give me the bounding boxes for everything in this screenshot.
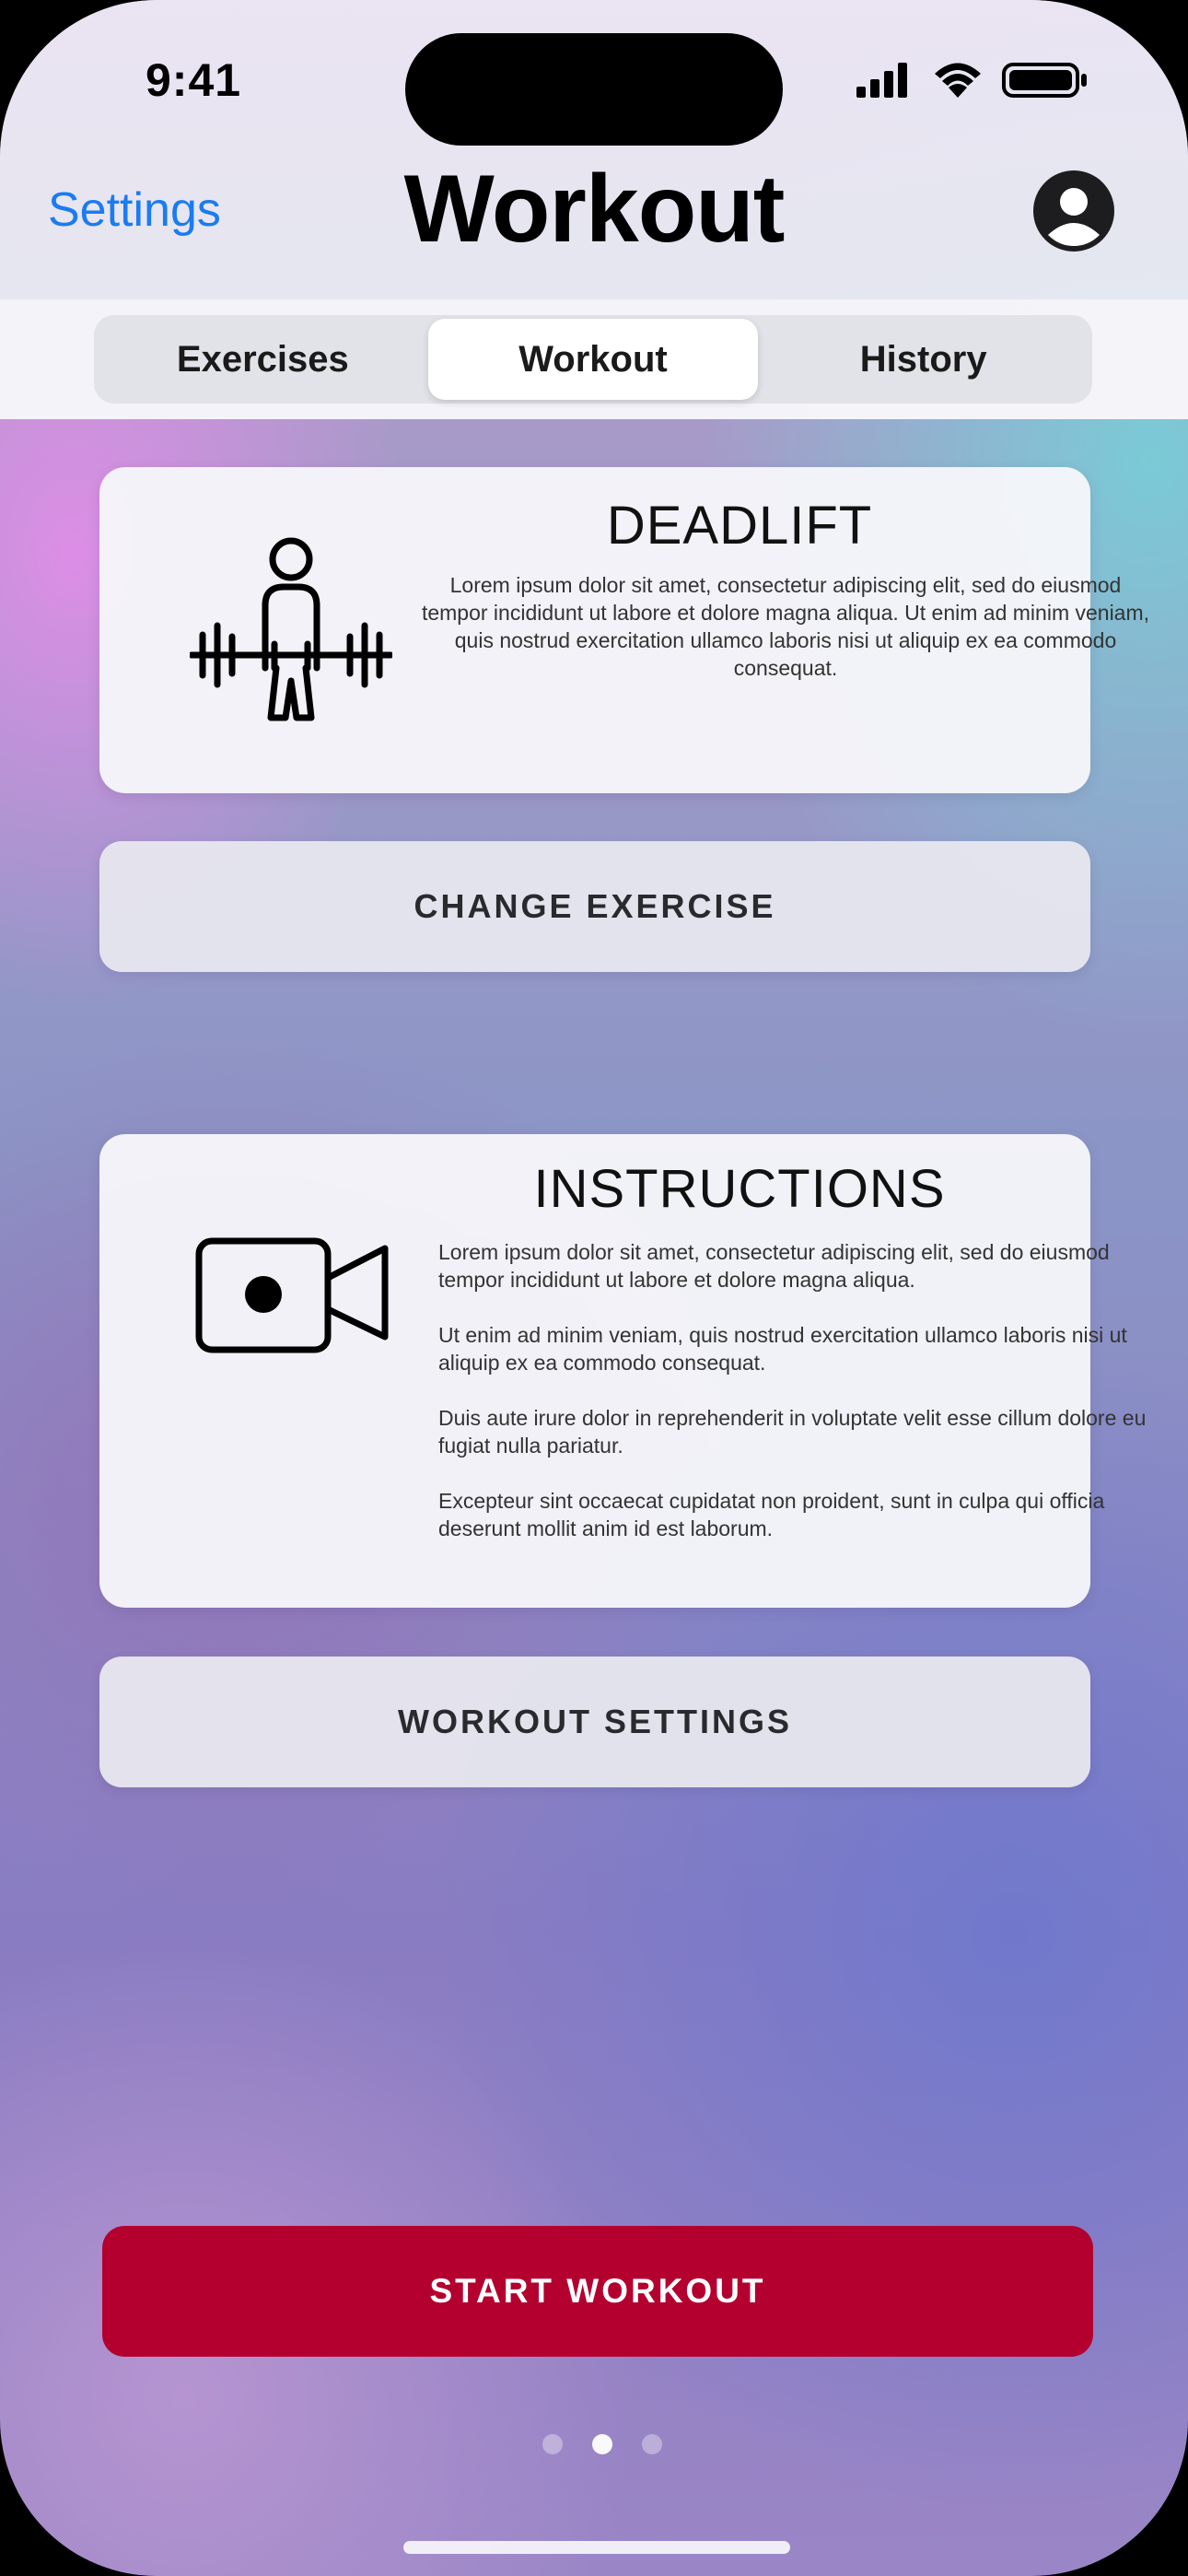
battery-icon — [1002, 63, 1087, 98]
workout-settings-button[interactable]: WORKOUT SETTINGS — [99, 1657, 1090, 1787]
dynamic-island — [405, 33, 783, 146]
exercise-description: Lorem ipsum dolor sit amet, consectetur … — [421, 573, 1150, 680]
phone-screen: 9:41 Settings Workout Exercises Workout … — [0, 0, 1188, 2576]
tab-workout[interactable]: Workout — [427, 319, 759, 400]
exercise-title: DEADLIFT — [606, 496, 873, 556]
page-indicator — [539, 2432, 668, 2456]
tab-exercises[interactable]: Exercises — [98, 319, 428, 400]
page-title: Workout — [403, 156, 786, 263]
cellular-signal-icon — [856, 63, 907, 98]
tab-history[interactable]: History — [758, 319, 1089, 400]
change-exercise-button[interactable]: CHANGE EXERCISE — [99, 841, 1090, 972]
instructions-title: INSTRUCTIONS — [533, 1159, 946, 1219]
instructions-text: Lorem ipsum dolor sit amet, consectetur … — [438, 1238, 1157, 1570]
segmented-control: Exercises Workout History — [94, 315, 1092, 404]
wifi-icon — [935, 63, 981, 98]
deadlift-icon — [190, 537, 392, 721]
home-indicator[interactable] — [403, 2541, 790, 2554]
video-camera-icon — [195, 1237, 389, 1353]
instructions-paragraph: Lorem ipsum dolor sit amet, consectetur … — [438, 1240, 1110, 1292]
exercise-card: DEADLIFT Lorem ipsum dolor sit amet, con… — [99, 467, 1149, 793]
status-icons — [856, 63, 1087, 98]
page-dot-3[interactable] — [642, 2434, 662, 2454]
instructions-card[interactable]: INSTRUCTIONS Lorem ipsum dolor sit amet,… — [99, 1134, 1146, 1608]
page-dot-1[interactable] — [542, 2434, 563, 2454]
instructions-paragraph: Ut enim ad minim veniam, quis nostrud ex… — [438, 1323, 1127, 1375]
instructions-paragraph: Duis aute irure dolor in reprehenderit i… — [438, 1406, 1147, 1458]
page-dot-2[interactable] — [592, 2434, 612, 2454]
person-circle-icon[interactable] — [1031, 169, 1116, 253]
start-workout-button[interactable]: START WORKOUT — [102, 2226, 1093, 2357]
instructions-paragraph: Excepteur sint occaecat cupidatat non pr… — [438, 1489, 1105, 1540]
status-time: 9:41 — [146, 54, 242, 106]
